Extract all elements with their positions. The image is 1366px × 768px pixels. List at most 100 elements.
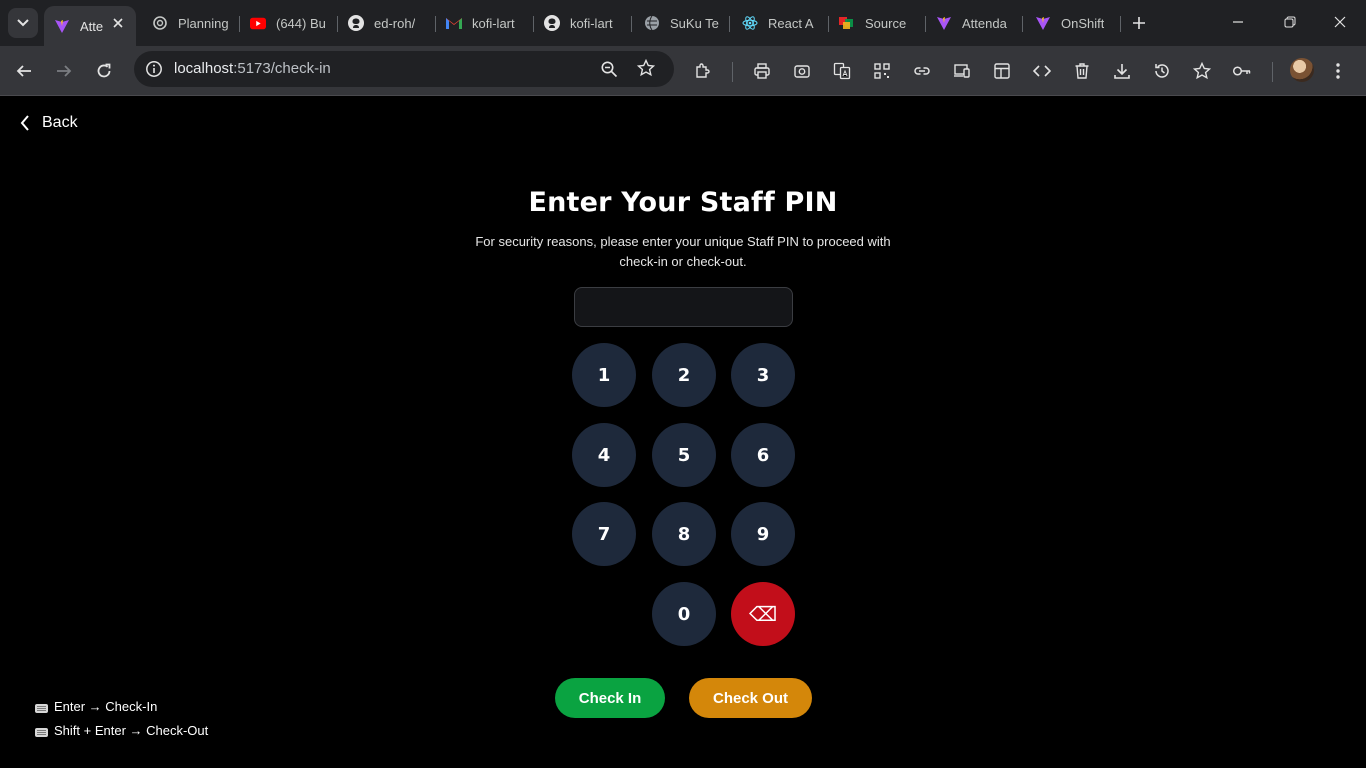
vite-icon <box>936 15 952 31</box>
tab-title: kofi-lart <box>570 15 613 31</box>
keypad-key-0[interactable]: 0 <box>652 582 716 646</box>
tab-separator <box>1120 16 1121 32</box>
devices-icon <box>954 64 970 78</box>
copy-link-button[interactable] <box>909 58 935 84</box>
keypad-key-5[interactable]: 5 <box>652 423 716 487</box>
new-tab-button[interactable] <box>1128 12 1150 34</box>
downloads-button[interactable] <box>1109 58 1135 84</box>
vite-icon <box>1035 15 1051 31</box>
bookmark-star-icon[interactable] <box>636 58 656 81</box>
back-nav-button[interactable] <box>11 58 37 84</box>
tab-github-kofi[interactable]: kofi-lart <box>534 6 626 40</box>
tab-source[interactable]: Source <box>829 6 921 40</box>
backspace-button[interactable]: ⌫ <box>731 582 795 646</box>
profile-avatar[interactable] <box>1290 58 1314 82</box>
hint-check-in: Enter → Check-In <box>35 695 208 719</box>
browser-menu-button[interactable] <box>1325 58 1351 84</box>
vite-icon <box>54 18 70 34</box>
browser-toolbar: localhost:5173/check-in <box>0 46 1366 96</box>
youtube-icon <box>250 15 266 31</box>
close-icon <box>1334 16 1346 28</box>
link-icon <box>914 67 930 75</box>
tab-title: ed-roh/ <box>374 15 416 31</box>
keypad-key-7[interactable]: 7 <box>572 502 636 566</box>
chevron-down-icon <box>17 19 29 27</box>
print-button[interactable] <box>749 58 775 84</box>
clear-data-button[interactable] <box>1069 58 1095 84</box>
chevron-left-icon <box>20 115 29 131</box>
tab-strip: Atte Planning (644) Bu ed-roh/ kofi-lart… <box>0 0 1366 46</box>
code-icon <box>1033 65 1051 77</box>
tab-github-ed-roh[interactable]: ed-roh/ <box>338 6 428 40</box>
toolbar-separator <box>732 62 733 82</box>
back-button[interactable]: Back <box>20 114 78 132</box>
puzzle-icon <box>696 63 710 78</box>
tab-title: OnShift <box>1061 15 1105 31</box>
layout-icon <box>994 63 1010 79</box>
react-icon <box>742 15 758 31</box>
close-icon[interactable] <box>110 15 126 31</box>
download-icon <box>1114 64 1130 79</box>
keypad-key-8[interactable]: 8 <box>652 502 716 566</box>
tab-title: Attenda <box>962 15 1007 31</box>
site-info-icon[interactable] <box>145 60 163 82</box>
tab-title: kofi-lart <box>472 15 515 31</box>
check-in-button[interactable]: Check In <box>555 678 665 718</box>
history-button[interactable] <box>1149 58 1175 84</box>
extensions-button[interactable] <box>690 58 716 84</box>
restore-button[interactable] <box>1280 12 1300 32</box>
tab-attendance[interactable]: Atte <box>44 6 136 46</box>
tab-react[interactable]: React A <box>732 6 822 40</box>
forward-nav-button[interactable] <box>51 58 77 84</box>
github-icon <box>348 15 364 31</box>
keypad-key-3[interactable]: 3 <box>731 343 795 407</box>
check-out-button[interactable]: Check Out <box>689 678 812 718</box>
url-text: localhost:5173/check-in <box>174 60 331 77</box>
qr-code-button[interactable] <box>869 58 895 84</box>
qr-code-icon <box>874 63 890 79</box>
hint-check-out: Shift + Enter → Check-Out <box>35 719 208 743</box>
page-subtitle: For security reasons, please enter your … <box>475 234 891 269</box>
keypad-key-1[interactable]: 1 <box>572 343 636 407</box>
bookmarks-button[interactable] <box>1189 58 1215 84</box>
tab-planning[interactable]: Planning <box>142 6 230 40</box>
tab-title: Source <box>865 15 907 31</box>
device-mode-button[interactable] <box>949 58 975 84</box>
page-title: Enter Your Staff PIN <box>528 187 838 218</box>
close-window-button[interactable] <box>1330 12 1350 32</box>
keypad-key-9[interactable]: 9 <box>731 502 795 566</box>
keypad-key-4[interactable]: 4 <box>572 423 636 487</box>
screenshot-button[interactable] <box>789 58 815 84</box>
address-bar[interactable]: localhost:5173/check-in <box>134 51 674 87</box>
kebab-menu-icon <box>1336 63 1340 79</box>
key-icon <box>1232 66 1251 76</box>
passwords-button[interactable] <box>1229 58 1255 84</box>
minimize-button[interactable] <box>1228 12 1248 32</box>
tab-title: SuKu Te <box>670 15 719 31</box>
zoom-icon[interactable] <box>600 60 618 82</box>
tab-onshift[interactable]: OnShift <box>1025 6 1117 40</box>
pin-input[interactable] <box>574 287 793 327</box>
zoho-icon <box>839 15 855 31</box>
keyboard-shortcut-hints: Enter → Check-In Shift + Enter → Check-O… <box>35 695 208 743</box>
tab-gmail[interactable]: kofi-lart <box>436 6 528 40</box>
tab-attendance-2[interactable]: Attenda <box>926 6 1018 40</box>
toolbar-separator <box>1272 62 1273 82</box>
keypad-key-2[interactable]: 2 <box>652 343 716 407</box>
trash-icon <box>1075 63 1089 79</box>
keyboard-icon <box>35 727 48 737</box>
backspace-icon: ⌫ <box>748 602 778 626</box>
view-source-button[interactable] <box>1029 58 1055 84</box>
tab-separator <box>1022 16 1023 32</box>
hint-text: Shift + Enter → Check-Out <box>54 723 209 738</box>
plus-icon <box>1133 17 1145 29</box>
keypad-key-6[interactable]: 6 <box>731 423 795 487</box>
tab-search-button[interactable] <box>8 8 38 38</box>
reload-button[interactable] <box>91 58 117 84</box>
layout-button[interactable] <box>989 58 1015 84</box>
translate-button[interactable] <box>829 58 855 84</box>
minimize-icon <box>1233 21 1243 23</box>
tab-suku[interactable]: SuKu Te <box>634 6 726 40</box>
tab-youtube[interactable]: (644) Bu <box>240 6 330 40</box>
tab-separator <box>631 16 632 32</box>
